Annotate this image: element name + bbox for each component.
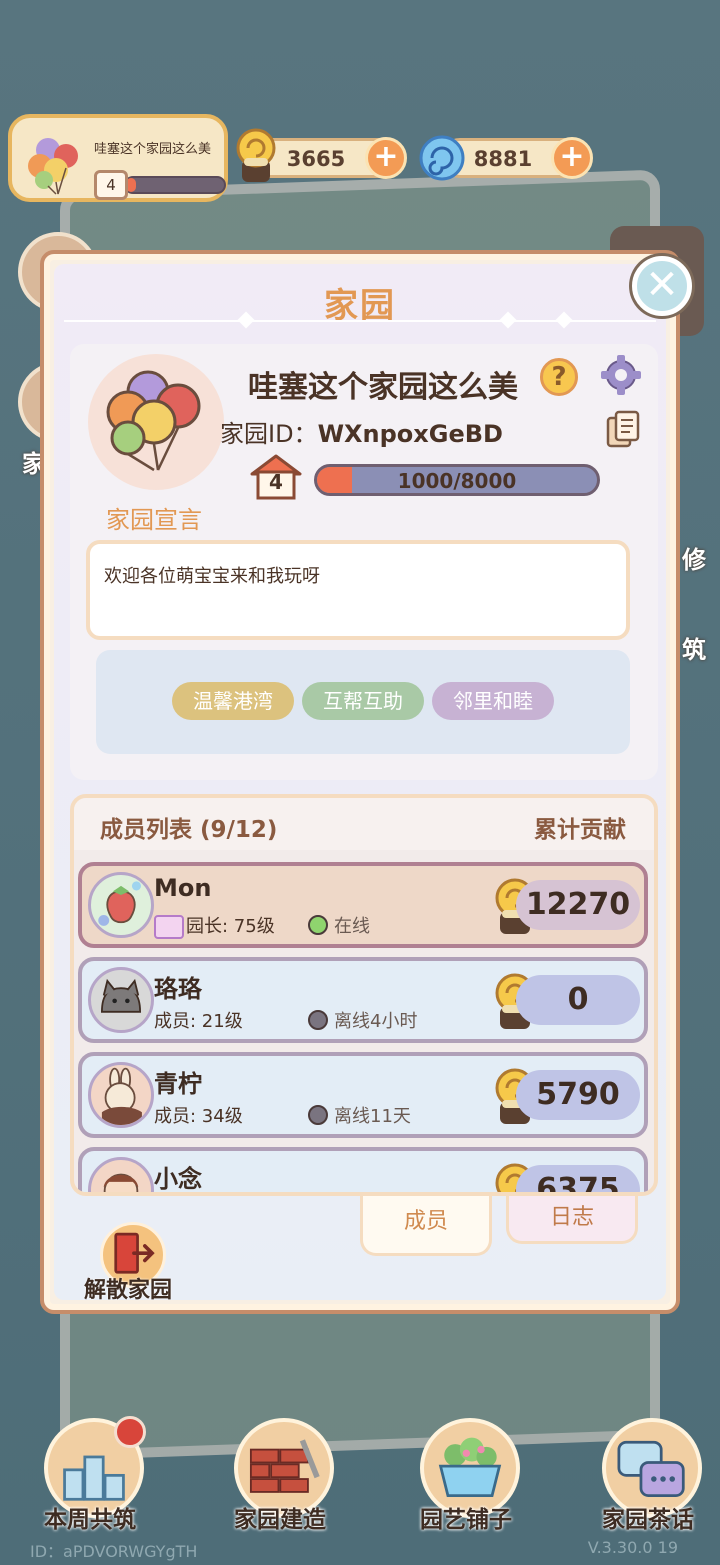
home-id-label: 家园ID： bbox=[220, 420, 318, 448]
notification-badge bbox=[114, 1416, 146, 1448]
home-panel-inner: 家园 家园宣言 哇塞这个家园这么美 ? 家园ID：WXnpoxGeBD 4 10… bbox=[54, 264, 666, 1303]
member-row[interactable]: 小念 6375 bbox=[78, 1147, 648, 1192]
tab-members[interactable]: 成员 bbox=[360, 1196, 492, 1256]
weekly-build-label[interactable]: 本周共筑 bbox=[44, 1500, 136, 1534]
member-row[interactable]: Mon 园长: 75级 在线 12270 bbox=[78, 862, 648, 948]
side-label-right-2: 筑 bbox=[682, 636, 706, 664]
member-name: 小念 bbox=[154, 1165, 202, 1192]
tag-chip: 温馨港湾 bbox=[172, 682, 294, 720]
member-role: 园长: 75级 bbox=[154, 912, 275, 939]
gear-icon[interactable] bbox=[600, 354, 642, 396]
members-rows[interactable]: Mon 园长: 75级 在线 12270 珞珞 成员: 21级 离线4小时 0 … bbox=[74, 854, 654, 1192]
declaration-label: 家园宣言 bbox=[106, 506, 202, 534]
declaration-box[interactable]: 欢迎各位萌宝宝来和我玩呀 bbox=[86, 540, 630, 640]
garden-shop-label[interactable]: 园艺铺子 bbox=[420, 1500, 512, 1534]
version-label: V.3.30.0 19 bbox=[587, 1538, 678, 1557]
balloon-icon bbox=[28, 138, 78, 195]
tag-chip: 邻里和睦 bbox=[432, 682, 554, 720]
member-contribution: 5790 bbox=[516, 1070, 640, 1120]
member-row[interactable]: 珞珞 成员: 21级 离线4小时 0 bbox=[78, 957, 648, 1043]
side-label-right-1: 修 bbox=[682, 546, 706, 574]
home-exp-progress: 1000/8000 bbox=[314, 464, 600, 496]
status-dot-icon bbox=[308, 1010, 328, 1030]
member-contribution: 6375 bbox=[516, 1165, 640, 1192]
add-swirl-currency-button[interactable]: + bbox=[551, 137, 593, 179]
balloon-avatar-icon bbox=[106, 370, 201, 472]
snail-coin-icon bbox=[236, 128, 276, 182]
home-name-label: 哇塞这个家园这么美 bbox=[94, 142, 212, 157]
home-level-house: 4 bbox=[248, 452, 304, 502]
copy-icon[interactable] bbox=[606, 410, 640, 450]
member-status-text: 离线4小时 bbox=[334, 1011, 418, 1032]
home-build-label[interactable]: 家园建造 bbox=[234, 1500, 326, 1534]
member-name: 珞珞 bbox=[154, 975, 202, 1003]
member-status: 离线11天 bbox=[308, 1102, 411, 1128]
tag-chip: 互帮互助 bbox=[302, 682, 424, 720]
member-status-text: 离线11天 bbox=[334, 1106, 411, 1127]
help-icon[interactable]: ? bbox=[540, 358, 578, 396]
bunny-avatar-icon bbox=[101, 1067, 142, 1125]
member-status: 离线4小时 bbox=[308, 1007, 417, 1033]
player-id: ID：aPDVORWGYgTH bbox=[30, 1542, 198, 1561]
disband-home-label[interactable]: 解散家园 bbox=[84, 1272, 172, 1304]
home-id-value: WXnpoxGeBD bbox=[317, 420, 503, 448]
close-button[interactable]: ✕ bbox=[632, 256, 692, 316]
home-info-card: 家园宣言 哇塞这个家园这么美 ? 家园ID：WXnpoxGeBD 4 1000/… bbox=[70, 344, 658, 780]
tab-log[interactable]: 日志 bbox=[506, 1196, 638, 1244]
member-name: 青柠 bbox=[154, 1070, 202, 1098]
home-info-chip[interactable]: 哇塞这个家园这么美 4 bbox=[8, 114, 228, 202]
home-exp-bar bbox=[124, 176, 226, 194]
status-dot-icon bbox=[308, 1105, 328, 1125]
tags-area: 温馨港湾 互帮互助 邻里和睦 bbox=[96, 650, 630, 754]
add-snail-currency-button[interactable]: + bbox=[365, 137, 407, 179]
home-name-title: 哇塞这个家园这么美 bbox=[248, 370, 518, 405]
member-contribution: 0 bbox=[516, 975, 640, 1025]
members-header: 成员列表 (9/12) 累计贡献 bbox=[74, 798, 654, 850]
member-name: Mon bbox=[154, 874, 212, 902]
member-avatar[interactable] bbox=[88, 967, 154, 1033]
crown-icon bbox=[154, 915, 184, 939]
members-title: 成员列表 (9/12) bbox=[100, 817, 278, 843]
status-dot-icon bbox=[308, 915, 328, 935]
snail-currency-value: 3665 bbox=[286, 147, 346, 171]
member-row[interactable]: 青柠 成员: 34级 离线11天 5790 bbox=[78, 1052, 648, 1138]
member-avatar[interactable] bbox=[88, 872, 154, 938]
strawberry-avatar-icon bbox=[98, 881, 141, 926]
home-exp-text: 1000/8000 bbox=[397, 469, 517, 493]
home-chat-label[interactable]: 家园茶话 bbox=[602, 1500, 694, 1534]
member-status-text: 在线 bbox=[334, 916, 370, 937]
member-role: 成员: 21级 bbox=[154, 1011, 243, 1032]
contribution-header: 累计贡献 bbox=[534, 817, 626, 843]
member-avatar[interactable] bbox=[88, 1062, 154, 1128]
swirl-gem-icon bbox=[419, 135, 465, 181]
member-avatar[interactable] bbox=[88, 1157, 154, 1192]
home-level-badge: 4 bbox=[94, 170, 128, 200]
girl-avatar-icon bbox=[103, 1173, 139, 1192]
home-avatar[interactable] bbox=[88, 354, 224, 490]
swirl-currency-value: 8881 bbox=[473, 147, 533, 171]
cat-avatar-icon bbox=[100, 978, 142, 1013]
home-level-value: 4 bbox=[269, 470, 283, 494]
members-list: 成员列表 (9/12) 累计贡献 Mon 园长: 75级 在线 12270 珞珞… bbox=[70, 794, 658, 1196]
home-panel: 家园 家园宣言 哇塞这个家园这么美 ? 家园ID：WXnpoxGeBD 4 10… bbox=[40, 250, 692, 1314]
member-role: 成员: 34级 bbox=[154, 1106, 243, 1127]
member-role-text: 园长: 75级 bbox=[186, 916, 275, 937]
member-status: 在线 bbox=[308, 912, 370, 938]
title-divider bbox=[64, 311, 656, 329]
home-id: 家园ID：WXnpoxGeBD bbox=[220, 414, 503, 449]
member-contribution: 12270 bbox=[516, 880, 640, 930]
